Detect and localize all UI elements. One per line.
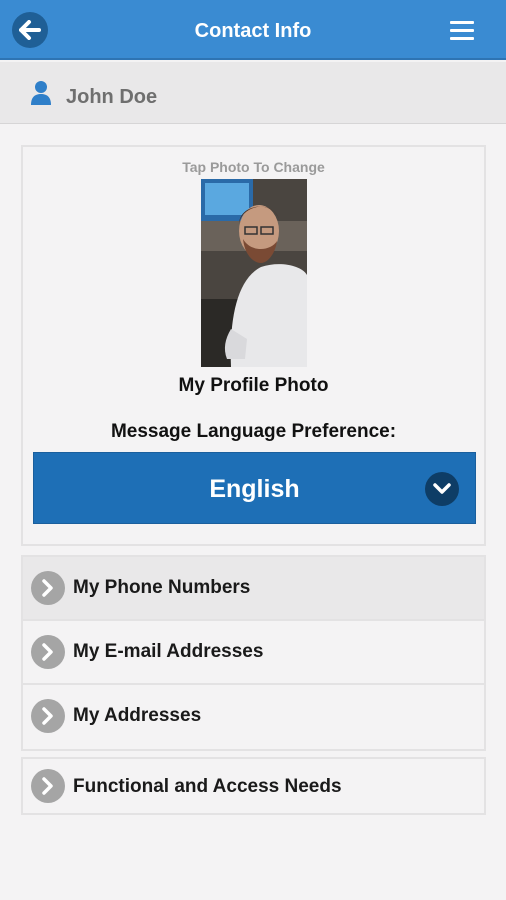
top-app-bar: Contact Info [0, 0, 506, 60]
chevron-right-icon [31, 571, 65, 605]
list-item-label: My Addresses [73, 705, 202, 726]
hamburger-line [450, 29, 474, 32]
chevron-right-icon [31, 769, 65, 803]
language-preference-label: Message Language Preference: [110, 421, 397, 442]
profile-photo-label: My Profile Photo [178, 375, 329, 396]
language-select[interactable]: English [33, 452, 476, 524]
hamburger-line [450, 37, 474, 40]
profile-photo[interactable] [201, 179, 307, 367]
access-needs-list: Functional and Access Needs [21, 757, 486, 815]
user-name: John Doe [66, 86, 158, 108]
profile-card: Tap Photo To Change My Profile Photo Mes… [21, 145, 486, 546]
language-selected-value: English [209, 475, 300, 503]
chevron-down-icon [425, 472, 459, 506]
contact-sections-list: My Phone Numbers My E-mail Addresses My … [21, 555, 486, 751]
list-item-addresses[interactable]: My Addresses [23, 685, 484, 749]
profile-photo-image [201, 179, 307, 367]
list-item-label: My Phone Numbers [73, 577, 251, 598]
list-item-phone-numbers[interactable]: My Phone Numbers [23, 557, 484, 621]
chevron-right-icon [31, 635, 65, 669]
list-item-functional-access-needs[interactable]: Functional and Access Needs [23, 759, 484, 813]
hamburger-menu-icon [450, 21, 474, 24]
list-item-label: My E-mail Addresses [73, 641, 264, 662]
chevron-right-icon [31, 699, 65, 733]
menu-button[interactable] [450, 21, 474, 41]
tap-photo-hint: Tap Photo To Change [182, 159, 325, 175]
list-item-label: Functional and Access Needs [73, 776, 342, 797]
page-title: Contact Info [194, 20, 312, 42]
user-bar: John Doe [0, 62, 506, 124]
list-item-email-addresses[interactable]: My E-mail Addresses [23, 621, 484, 685]
person-icon [31, 81, 51, 105]
